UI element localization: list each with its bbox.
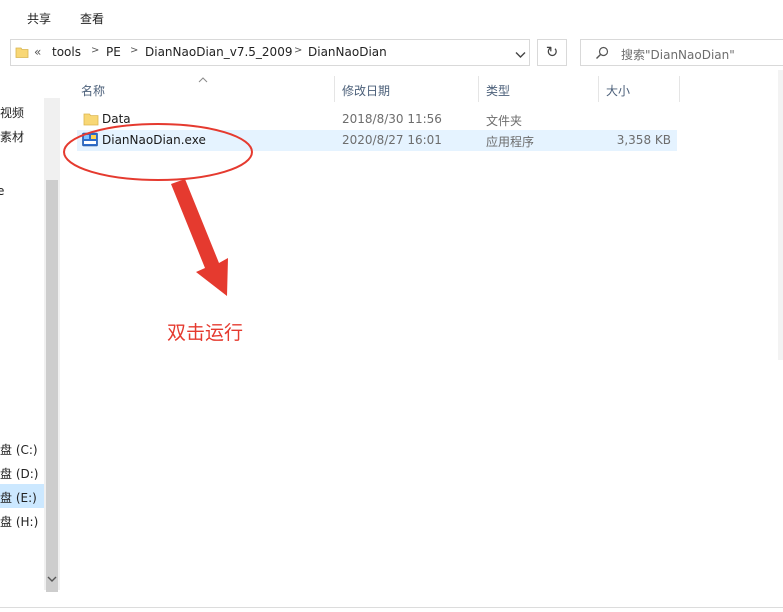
- status-divider: [0, 607, 783, 608]
- right-pane-edge: [778, 70, 783, 360]
- arrow-icon: [171, 179, 228, 296]
- annotation-text: 双击运行: [167, 322, 244, 344]
- annotation-overlay: [63, 123, 253, 296]
- highlight-ellipse: [63, 123, 253, 181]
